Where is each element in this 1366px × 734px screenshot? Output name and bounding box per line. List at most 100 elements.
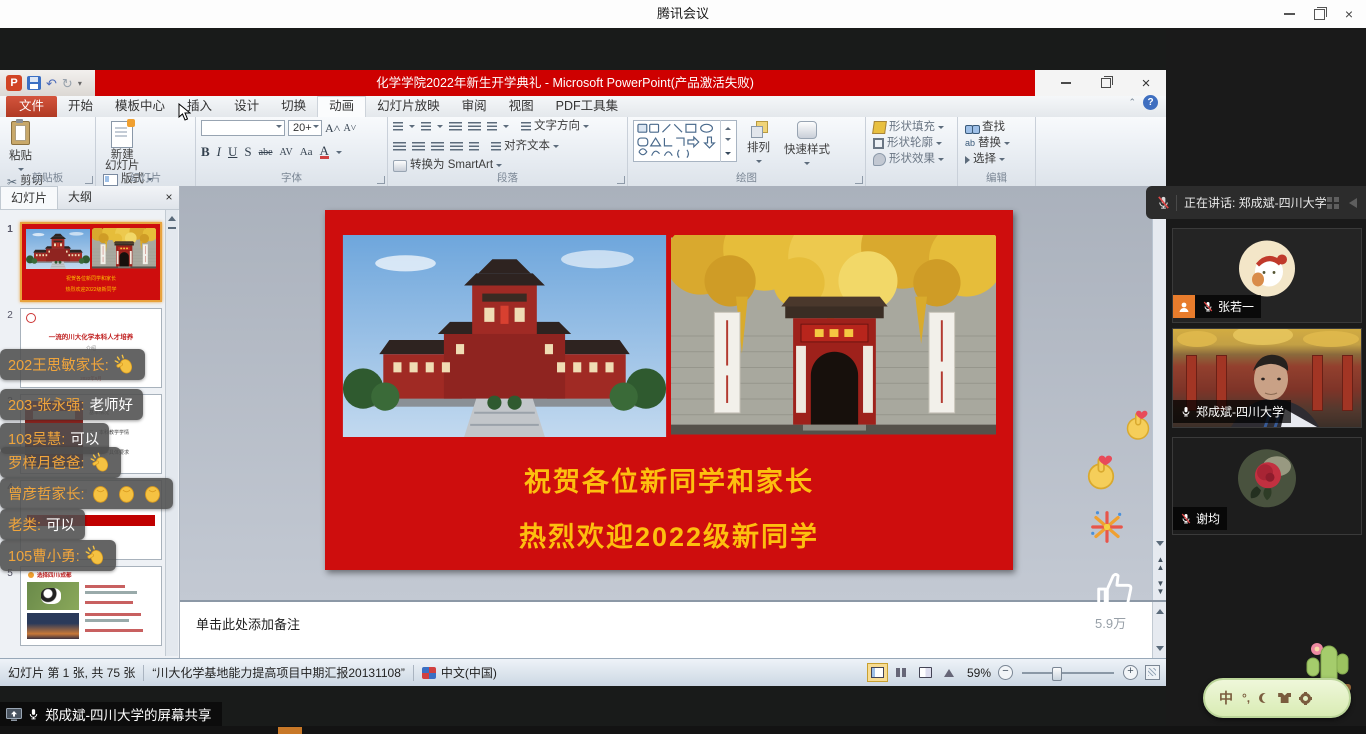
scroll-down-button[interactable] [1153, 538, 1167, 553]
dialog-launcher-icon[interactable] [855, 176, 863, 184]
slide-sorter-button[interactable] [891, 663, 912, 682]
minimize-button[interactable] [1274, 0, 1304, 28]
shape-effects-button[interactable]: 形状效果 [873, 153, 944, 166]
replace-button[interactable]: ab替换 [965, 137, 1010, 150]
collapse-ribbon-icon[interactable]: ⌃ [1128, 97, 1136, 108]
line-spacing-icon[interactable] [487, 122, 497, 132]
undo-button[interactable]: ↶ [46, 77, 57, 90]
decrease-indent-icon[interactable] [449, 122, 462, 132]
ppt-minimize-button[interactable] [1046, 70, 1086, 96]
bold-button[interactable]: B [201, 144, 210, 160]
text-direction-button[interactable]: 文字方向 [521, 120, 589, 133]
shadow-button[interactable]: S [244, 144, 251, 160]
fit-to-window-button[interactable] [1145, 665, 1160, 680]
ppt-restore-button[interactable] [1086, 70, 1126, 96]
character-spacing-button[interactable]: AV [280, 147, 293, 158]
shrink-font-button[interactable]: A˅ [343, 123, 356, 134]
italic-button[interactable]: I [217, 144, 221, 160]
align-right-icon[interactable] [431, 142, 444, 152]
shape-outline-button[interactable]: 形状轮廓 [873, 137, 944, 150]
main-scrollbar[interactable]: ▲▲ ▼▼ [1152, 186, 1166, 600]
ime-language-mode[interactable]: 中 [1219, 691, 1233, 705]
new-slide-button[interactable]: 新建幻灯片 [101, 120, 144, 173]
muted-mic-icon[interactable] [1156, 195, 1171, 210]
help-button[interactable]: ? [1143, 95, 1158, 110]
tab-outline[interactable]: 大纲 [58, 186, 102, 209]
strikethrough-button[interactable]: abe [259, 147, 273, 158]
maximize-button[interactable] [1304, 0, 1334, 28]
ime-settings-gear-icon[interactable] [1300, 693, 1311, 704]
reading-view-button[interactable] [915, 663, 936, 682]
tab-file[interactable]: 文件 [6, 96, 57, 117]
redo-button[interactable]: ↻ [62, 77, 73, 90]
increase-indent-icon[interactable] [468, 122, 481, 132]
shapes-gallery[interactable] [633, 120, 737, 162]
find-button[interactable]: 查找 [965, 121, 1010, 134]
tab-slides[interactable]: 幻灯片 [0, 186, 58, 209]
powerpoint-app-icon[interactable]: P [6, 75, 22, 91]
save-button[interactable] [27, 76, 41, 90]
tab-home[interactable]: 开始 [57, 96, 104, 117]
font-size-combobox[interactable]: 20+ [288, 120, 322, 136]
chevron-down-icon[interactable] [336, 151, 342, 157]
taskbar-item[interactable] [278, 727, 302, 734]
zoom-out-button[interactable]: − [998, 665, 1013, 680]
tab-template-center[interactable]: 模板中心 [104, 96, 176, 117]
underline-button[interactable]: U [228, 144, 237, 160]
zoom-slider-handle[interactable] [1052, 667, 1062, 681]
grow-font-button[interactable]: A˄ [325, 121, 340, 136]
dialog-launcher-icon[interactable] [377, 176, 385, 184]
expand-arrow-icon[interactable] [1346, 196, 1360, 210]
qat-dropdown-icon[interactable]: ▾ [78, 79, 82, 88]
select-button[interactable]: 选择 [965, 153, 1010, 166]
font-name-combobox[interactable] [201, 120, 285, 136]
notes-scrollbar[interactable] [1152, 602, 1166, 658]
normal-view-button[interactable] [867, 663, 888, 682]
dialog-launcher-icon[interactable] [85, 176, 93, 184]
slideshow-button[interactable] [939, 663, 960, 682]
previous-slide-button[interactable]: ▲▲ [1153, 556, 1167, 571]
align-left-icon[interactable] [393, 142, 406, 152]
slide-thumbnail-1[interactable]: 1 祝贺各位新同学和家长 热烈欢迎2022级新同学 [0, 222, 178, 302]
panel-scrollbar[interactable] [165, 210, 178, 656]
next-slide-button[interactable]: ▼▼ [1153, 580, 1167, 595]
slide-thumbnail-5[interactable]: 5 选择四川/成都 [0, 566, 178, 646]
tab-review[interactable]: 审阅 [451, 96, 498, 117]
zoom-slider[interactable] [1022, 672, 1114, 674]
close-panel-button[interactable]: × [159, 186, 179, 209]
layout-grid-icon[interactable] [1326, 196, 1340, 210]
align-center-icon[interactable] [412, 142, 425, 152]
ime-halfwidth-moon-icon[interactable] [1259, 693, 1269, 703]
participant-tile[interactable]: 张若一 [1172, 228, 1362, 323]
tab-animations[interactable]: 动画 [317, 96, 366, 117]
align-text-button[interactable]: 对齐文本 [491, 140, 559, 153]
gallery-scroll[interactable] [720, 120, 734, 162]
change-case-button[interactable]: Aa [300, 146, 313, 158]
close-button[interactable]: × [1334, 0, 1364, 28]
paste-button[interactable]: 粘贴 [5, 120, 36, 175]
ppt-close-button[interactable]: × [1126, 70, 1166, 96]
ime-punctuation-icon[interactable]: °, [1242, 692, 1250, 704]
tab-design[interactable]: 设计 [223, 96, 270, 117]
numbering-icon[interactable] [421, 122, 431, 132]
notes-pane[interactable]: 单击此处添加备注 [180, 600, 1166, 658]
tab-slideshow[interactable]: 幻灯片放映 [366, 96, 451, 117]
arrange-button[interactable]: 排列 [743, 120, 774, 167]
tab-view[interactable]: 视图 [498, 96, 545, 117]
participant-tile[interactable]: 郑成斌-四川大学 [1172, 328, 1362, 428]
current-slide[interactable]: 祝贺各位新同学和家长 热烈欢迎2022级新同学 [325, 210, 1013, 570]
ime-skin-icon[interactable] [1278, 693, 1291, 703]
columns-icon[interactable] [469, 142, 479, 152]
shape-fill-button[interactable]: 形状填充 [873, 121, 944, 134]
zoom-in-button[interactable]: + [1123, 665, 1138, 680]
participant-tile[interactable]: 谢均 [1172, 437, 1362, 535]
slide-canvas[interactable]: 祝贺各位新同学和家长 热烈欢迎2022级新同学 [180, 186, 1152, 600]
dialog-launcher-icon[interactable] [617, 176, 625, 184]
notes-placeholder[interactable]: 单击此处添加备注 [196, 614, 300, 633]
language-label[interactable]: 中文(中国) [441, 664, 497, 681]
font-color-button[interactable]: A [320, 146, 329, 159]
justify-icon[interactable] [450, 142, 463, 152]
tab-transitions[interactable]: 切换 [270, 96, 317, 117]
tab-pdf-tools[interactable]: PDF工具集 [545, 96, 630, 117]
quick-styles-button[interactable]: 快速样式 [780, 120, 834, 169]
